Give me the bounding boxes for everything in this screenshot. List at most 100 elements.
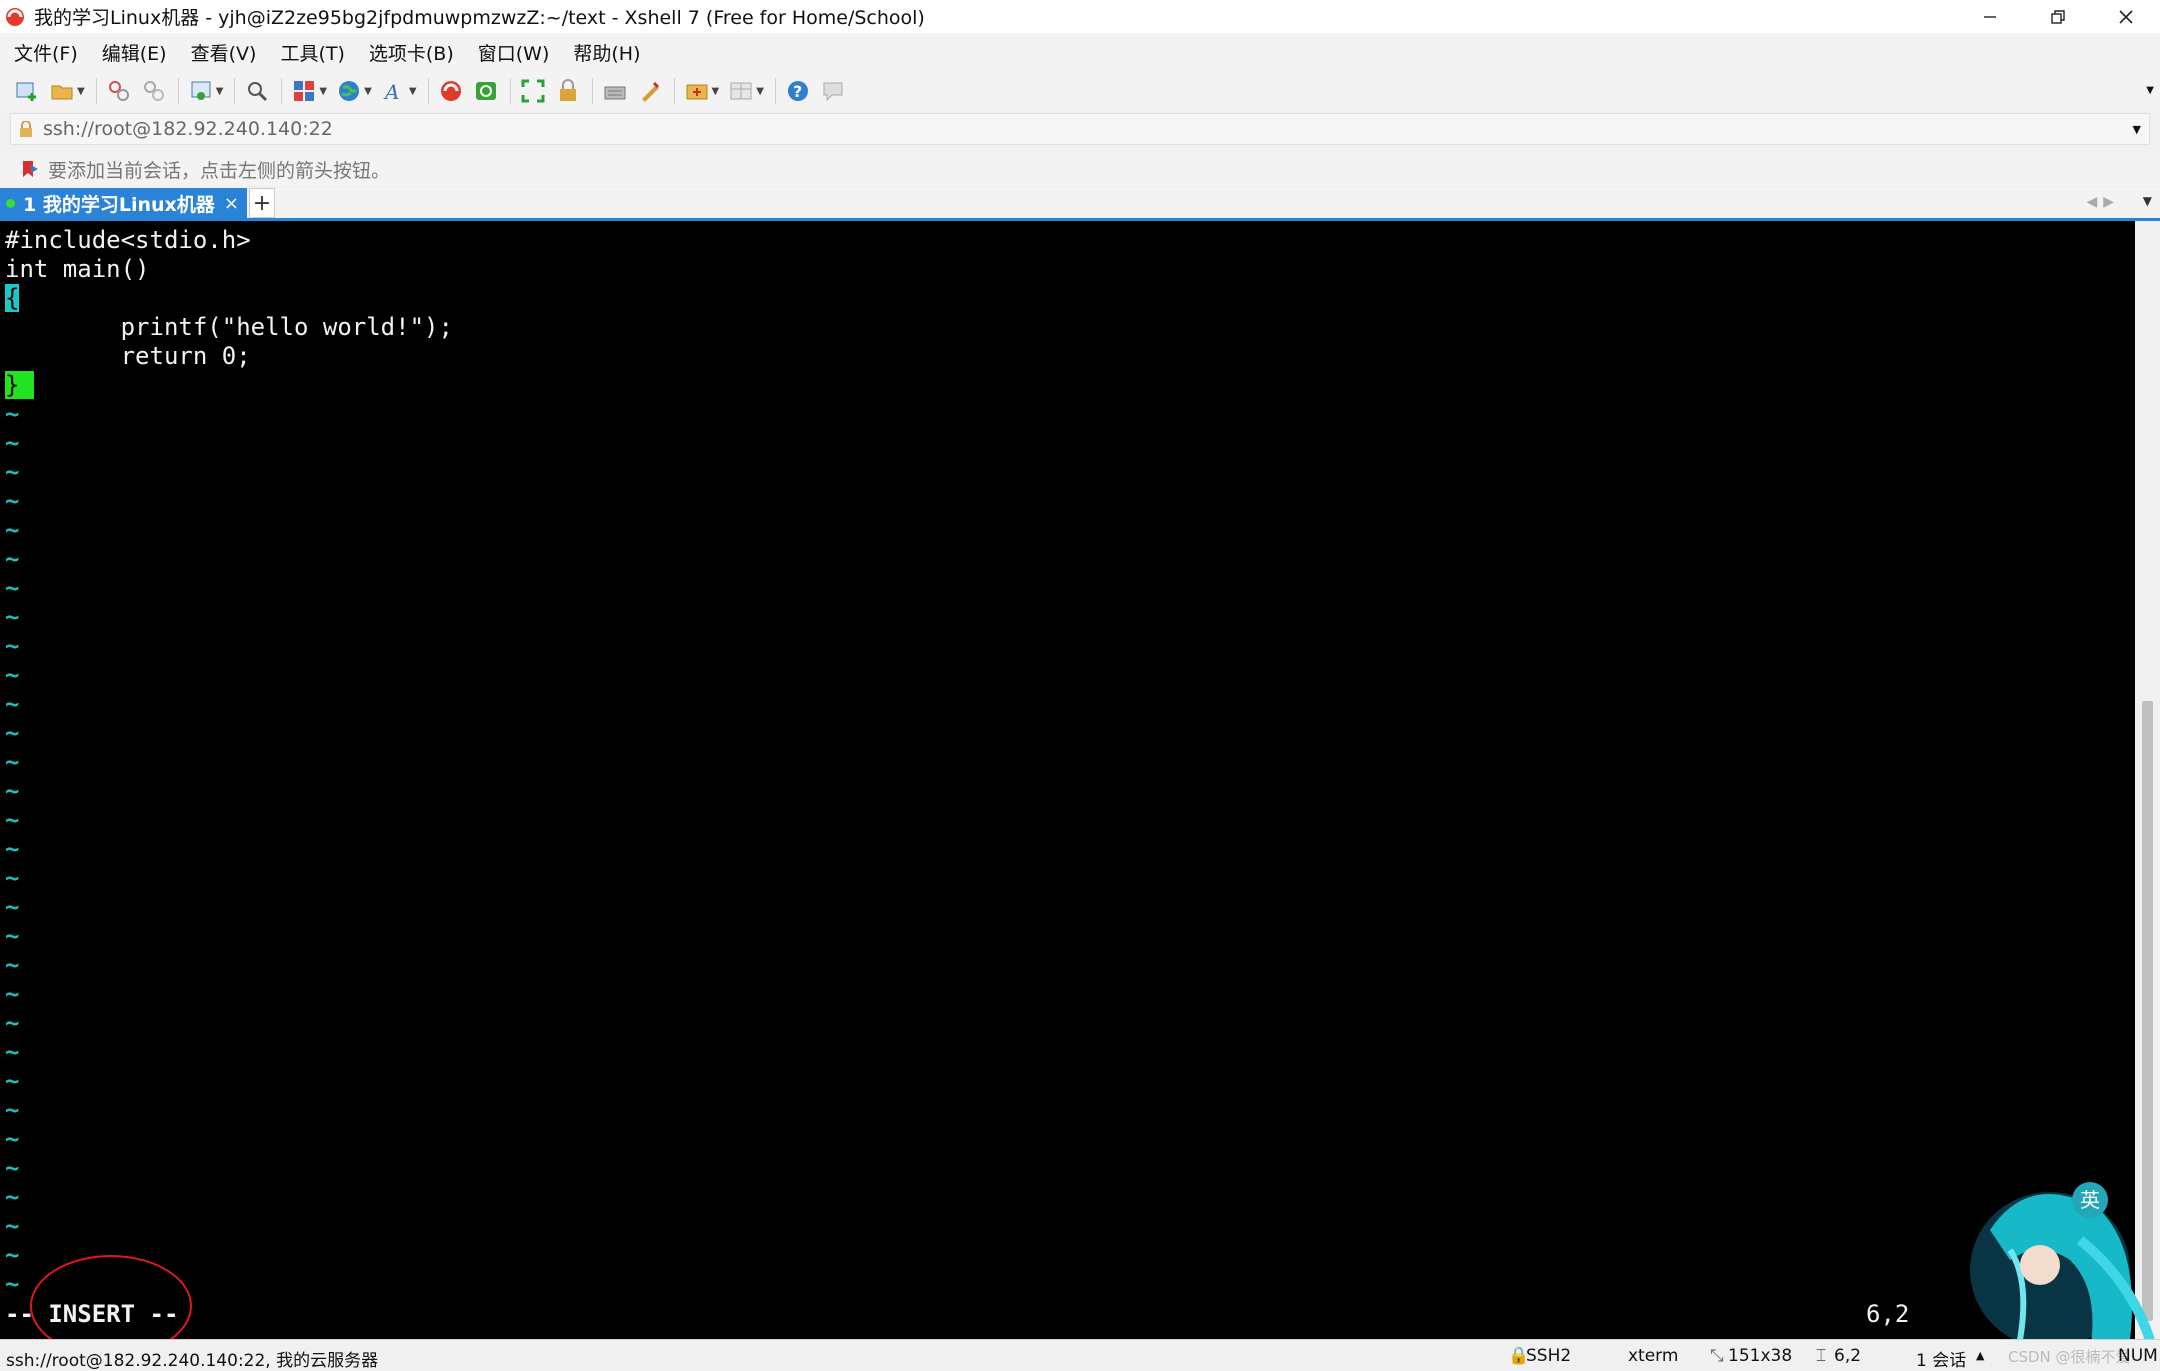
tab-list-dropdown-icon[interactable]: ▼ bbox=[2143, 194, 2152, 208]
tab-label: 1 我的学习Linux机器 bbox=[23, 193, 215, 216]
tilde-line: ~ bbox=[5, 777, 20, 805]
tilde-line: ~ bbox=[5, 1067, 20, 1095]
toolbar-separator bbox=[234, 78, 236, 104]
find-icon[interactable] bbox=[244, 78, 270, 104]
toolbar-separator bbox=[95, 78, 97, 104]
svg-text:A: A bbox=[383, 80, 399, 103]
font-icon[interactable]: A bbox=[381, 78, 407, 104]
toolbar-overflow-icon[interactable]: ▼ bbox=[2146, 85, 2154, 96]
tilde-line: ~ bbox=[5, 574, 20, 602]
tilde-line: ~ bbox=[5, 458, 20, 486]
tilde-line: ~ bbox=[5, 719, 20, 747]
tab-session-1[interactable]: 1 我的学习Linux机器 × bbox=[0, 188, 247, 218]
watermark: CSDN @很楠不爱 bbox=[2008, 1348, 2131, 1366]
code-line: int main() bbox=[5, 255, 150, 283]
code-line: { bbox=[5, 284, 20, 313]
close-window-button[interactable] bbox=[2092, 0, 2160, 33]
xshell-icon[interactable] bbox=[438, 78, 464, 104]
tilde-line: ~ bbox=[5, 748, 20, 776]
properties-icon[interactable] bbox=[188, 78, 214, 104]
xshell-logo-icon bbox=[6, 7, 24, 26]
tilde-line: ~ bbox=[5, 1096, 20, 1124]
layout-icon[interactable] bbox=[291, 78, 317, 104]
mascot-widget[interactable]: 英 bbox=[1930, 1170, 2160, 1350]
reconnect-icon[interactable] bbox=[106, 78, 132, 104]
tile-dropdown-icon[interactable]: ▼ bbox=[756, 86, 764, 97]
annotation-circle bbox=[30, 1255, 192, 1339]
open-dropdown-icon[interactable]: ▼ bbox=[77, 86, 85, 97]
chat-icon[interactable] bbox=[820, 78, 846, 104]
menu-view[interactable]: 查看(V) bbox=[187, 37, 261, 68]
menu-tabs[interactable]: 选项卡(B) bbox=[365, 37, 458, 68]
tab-close-icon[interactable]: × bbox=[224, 193, 239, 214]
minimize-icon bbox=[1984, 15, 1996, 18]
status-bar: ssh://root@182.92.240.140:22, 我的云服务器 🔒 S… bbox=[0, 1339, 2160, 1371]
transfer-dropdown-icon[interactable]: ▼ bbox=[712, 86, 720, 97]
tilde-line: ~ bbox=[5, 1212, 20, 1240]
tab-bar: 1 我的学习Linux机器 × + ◀▶ ▼ bbox=[0, 188, 2160, 221]
tilde-line: ~ bbox=[5, 1270, 20, 1298]
tilde-line: ~ bbox=[5, 1241, 20, 1269]
address-dropdown-icon[interactable]: ▼ bbox=[2133, 123, 2141, 136]
tile-icon[interactable] bbox=[728, 78, 754, 104]
open-folder-icon[interactable] bbox=[49, 78, 75, 104]
tilde-line: ~ bbox=[5, 661, 20, 689]
menu-window[interactable]: 窗口(W) bbox=[474, 37, 554, 68]
cursor: } bbox=[5, 371, 20, 399]
font-dropdown-icon[interactable]: ▼ bbox=[409, 86, 417, 97]
globe-dropdown-icon[interactable]: ▼ bbox=[364, 86, 372, 97]
hint-bar: 要添加当前会话，点击左侧的箭头按钮。 bbox=[0, 152, 2160, 186]
tilde-line: ~ bbox=[5, 893, 20, 921]
compose-icon[interactable] bbox=[637, 78, 663, 104]
lock-icon[interactable] bbox=[555, 78, 581, 104]
address-input[interactable]: ssh://root@182.92.240.140:22 bbox=[43, 118, 333, 140]
menu-edit[interactable]: 编辑(E) bbox=[98, 37, 171, 68]
window-title: 我的学习Linux机器 - yjh@iZ2ze95bg2jfpdmuwpmzwz… bbox=[34, 7, 925, 29]
tilde-line: ~ bbox=[5, 835, 20, 863]
sessions-up-icon[interactable]: ▲ bbox=[1976, 1349, 1984, 1362]
toolbar-separator bbox=[673, 78, 675, 104]
title-bar: 我的学习Linux机器 - yjh@iZ2ze95bg2jfpdmuwpmzwz… bbox=[0, 0, 2160, 33]
tilde-line: ~ bbox=[5, 1183, 20, 1211]
language-badge: 英 bbox=[2080, 1188, 2100, 1212]
toolbar-separator bbox=[591, 78, 593, 104]
close-icon bbox=[2119, 9, 2133, 24]
tilde-line: ~ bbox=[5, 1038, 20, 1066]
minimize-button[interactable] bbox=[1956, 0, 2024, 33]
globe-icon[interactable] bbox=[336, 78, 362, 104]
status-protocol: SSH2 bbox=[1526, 1346, 1572, 1366]
properties-dropdown-icon[interactable]: ▼ bbox=[216, 86, 224, 97]
menu-help[interactable]: 帮助(H) bbox=[569, 37, 644, 68]
toolbar-separator bbox=[427, 78, 429, 104]
tilde-line: ~ bbox=[5, 980, 20, 1008]
terminal[interactable]: #include<stdio.h> int main() { printf("h… bbox=[0, 221, 2135, 1339]
tilde-line: ~ bbox=[5, 690, 20, 718]
tilde-line: ~ bbox=[5, 429, 20, 457]
status-connection: ssh://root@182.92.240.140:22, 我的云服务器 bbox=[6, 1351, 379, 1371]
toolbar-separator bbox=[177, 78, 179, 104]
status-terminal-size: 151x38 bbox=[1728, 1346, 1793, 1366]
new-session-icon[interactable] bbox=[14, 78, 40, 104]
status-terminal-type: xterm bbox=[1628, 1346, 1679, 1366]
menu-tools[interactable]: 工具(T) bbox=[276, 37, 348, 68]
address-bar[interactable]: ssh://root@182.92.240.140:22 ▼ bbox=[10, 113, 2150, 145]
cursor-position: 6,2 bbox=[1866, 1300, 1910, 1328]
restore-button[interactable] bbox=[2024, 0, 2092, 33]
layout-dropdown-icon[interactable]: ▼ bbox=[319, 86, 327, 97]
restore-icon bbox=[2051, 9, 2065, 24]
tilde-line: ~ bbox=[5, 806, 20, 834]
xftp-icon[interactable] bbox=[473, 78, 499, 104]
tab-scroll-arrows-icon[interactable]: ◀▶ bbox=[2086, 194, 2120, 210]
disconnect-icon[interactable] bbox=[141, 78, 167, 104]
status-sessions[interactable]: 1 会话 bbox=[1916, 1346, 1966, 1371]
bookmark-arrow-icon[interactable] bbox=[20, 159, 40, 179]
code-line: printf("hello world!"); bbox=[5, 313, 453, 341]
new-tab-button[interactable]: + bbox=[249, 188, 275, 218]
keyboard-icon[interactable] bbox=[602, 78, 628, 104]
fullscreen-icon[interactable] bbox=[520, 78, 546, 104]
help-icon[interactable]: ? bbox=[785, 78, 811, 104]
transfer-icon[interactable] bbox=[684, 78, 710, 104]
tilde-line: ~ bbox=[5, 1125, 20, 1153]
menu-file[interactable]: 文件(F) bbox=[10, 37, 82, 68]
cursor-icon: ⌶ bbox=[1816, 1346, 1827, 1366]
